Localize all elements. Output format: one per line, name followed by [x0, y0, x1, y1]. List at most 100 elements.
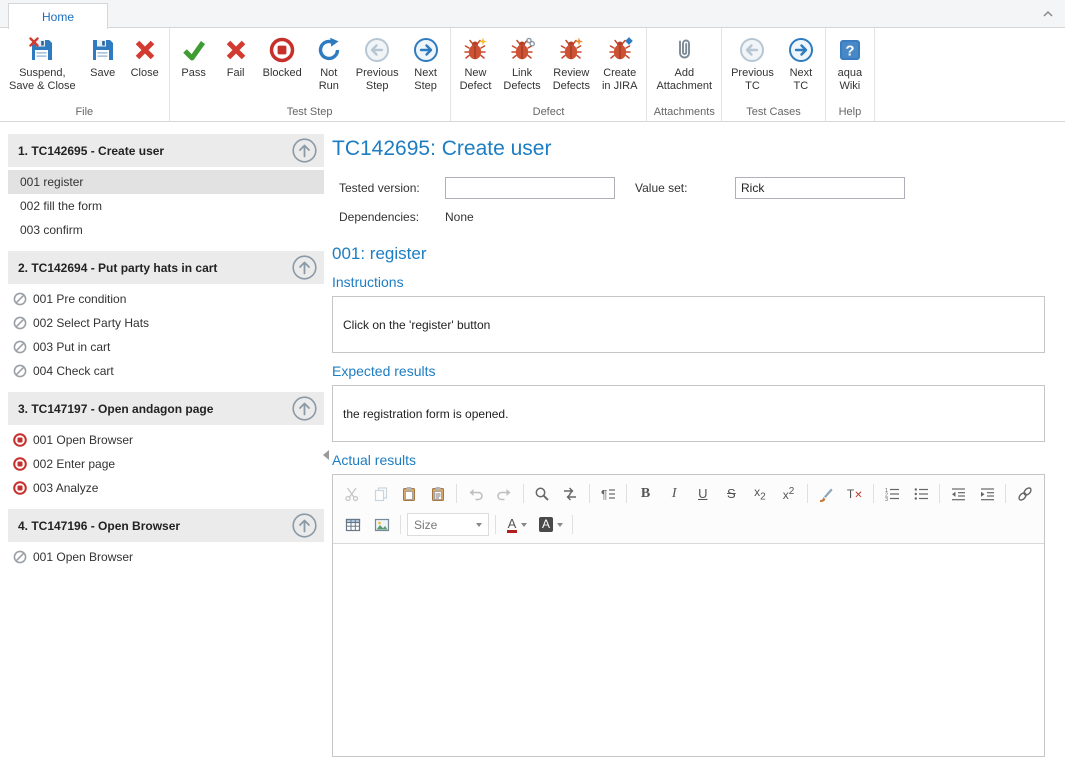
fail-button[interactable]: Fail: [215, 30, 257, 105]
step-item-put-in-cart[interactable]: 003 Put in cart: [8, 335, 324, 359]
bold-button[interactable]: B: [632, 481, 659, 506]
redo-button[interactable]: [491, 481, 518, 506]
instructions-label: Instructions: [332, 274, 1045, 290]
bulleted-list-button[interactable]: [908, 481, 935, 506]
testcase-header-1[interactable]: 1. TC142695 - Create user: [8, 134, 324, 167]
link-button[interactable]: [1011, 481, 1038, 506]
tab-home[interactable]: Home: [8, 3, 108, 29]
paste-text-button[interactable]: [425, 481, 452, 506]
superscript-button[interactable]: x2: [775, 481, 802, 506]
find-button[interactable]: [529, 481, 556, 506]
previous-tc-button[interactable]: PreviousTC: [725, 30, 780, 105]
testcase-header-4[interactable]: 4. TC147196 - Open Browser: [8, 509, 324, 542]
step-label: 003 Put in cart: [33, 340, 110, 354]
ribbon-group-label-attachments: Attachments: [647, 105, 721, 121]
step-item-register[interactable]: 001 register: [8, 170, 324, 194]
step-item-open-browser[interactable]: 001 Open Browser: [8, 428, 324, 452]
link-defects-button[interactable]: LinkDefects: [497, 30, 546, 105]
splitter-collapse-button[interactable]: [323, 450, 329, 460]
pass-button[interactable]: Pass: [173, 30, 215, 105]
step-item-open-browser-2[interactable]: 001 Open Browser: [8, 545, 324, 569]
underline-button[interactable]: U: [689, 481, 716, 506]
numbered-list-button[interactable]: 123: [879, 481, 906, 506]
text-color-button[interactable]: A: [501, 512, 533, 537]
insert-image-button[interactable]: [368, 512, 395, 537]
toolbar-separator: [400, 515, 401, 534]
paste-button[interactable]: [396, 481, 423, 506]
redo-icon: [496, 486, 512, 502]
svg-text:?: ?: [845, 43, 854, 60]
cut-button[interactable]: [339, 481, 366, 506]
replace-button[interactable]: [557, 481, 584, 506]
create-in-jira-button[interactable]: Createin JIRA: [596, 30, 643, 105]
aqua-wiki-button[interactable]: ? aquaWiki: [829, 30, 871, 105]
remove-format-button[interactable]: T✕: [841, 481, 868, 506]
testcase-header-3[interactable]: 3. TC147197 - Open andagon page: [8, 392, 324, 425]
next-step-icon: [412, 36, 440, 64]
step-label: 001 Open Browser: [33, 550, 133, 564]
step-item-analyze[interactable]: 003 Analyze: [8, 476, 324, 500]
button-label: Previous: [356, 67, 399, 79]
suspend-save-close-button[interactable]: Suspend,Save & Close: [3, 30, 82, 105]
save-button[interactable]: Save: [82, 30, 124, 105]
search-icon: [534, 486, 550, 502]
button-label: Link: [512, 67, 532, 79]
blocked-status-icon: [13, 481, 27, 495]
step-item-fill-the-form[interactable]: 002 fill the form: [8, 194, 324, 218]
scissors-icon: [344, 486, 360, 502]
strikethrough-button[interactable]: S: [718, 481, 745, 506]
step-item-check-cart[interactable]: 004 Check cart: [8, 359, 324, 383]
not-run-button[interactable]: NotRun: [308, 30, 350, 105]
copy-button[interactable]: [368, 481, 395, 506]
background-color-button[interactable]: A: [535, 512, 567, 537]
show-blocks-button[interactable]: ¶: [595, 481, 622, 506]
step-item-select-party-hats[interactable]: 002 Select Party Hats: [8, 311, 324, 335]
ribbon-group-test-cases: PreviousTC NextTC Test Cases: [722, 28, 826, 121]
scroll-to-top-button[interactable]: [291, 512, 318, 539]
step-item-pre-condition[interactable]: 001 Pre condition: [8, 287, 324, 311]
blocked-button[interactable]: Blocked: [257, 30, 308, 105]
review-defects-button[interactable]: ReviewDefects: [547, 30, 596, 105]
bulleted-list-icon: [913, 486, 929, 502]
step-item-enter-page[interactable]: 002 Enter page: [8, 452, 324, 476]
font-size-select[interactable]: Size: [407, 513, 489, 536]
step-label: 002 fill the form: [20, 199, 102, 213]
increase-indent-button[interactable]: [974, 481, 1001, 506]
scroll-to-top-button[interactable]: [291, 137, 318, 164]
not-run-status-icon: [13, 316, 27, 330]
next-step-button[interactable]: NextStep: [405, 30, 447, 105]
copy-formatting-button[interactable]: [813, 481, 840, 506]
subscript-button[interactable]: x2: [747, 481, 774, 506]
step-item-confirm[interactable]: 003 confirm: [8, 218, 324, 242]
scroll-to-top-button[interactable]: [291, 254, 318, 281]
close-button[interactable]: Close: [124, 30, 166, 105]
value-set-input[interactable]: [735, 177, 905, 199]
button-label: TC: [745, 80, 760, 92]
toolbar-separator: [1005, 484, 1006, 503]
scroll-to-top-button[interactable]: [291, 395, 318, 422]
test-execution-window: Home Suspend,Save & Close Save: [0, 0, 1065, 764]
add-attachment-button[interactable]: AddAttachment: [650, 30, 718, 105]
new-defect-button[interactable]: NewDefect: [454, 30, 498, 105]
undo-button[interactable]: [462, 481, 489, 506]
toolbar-separator: [495, 515, 496, 534]
fail-icon: [224, 38, 248, 62]
testcase-header-2[interactable]: 2. TC142694 - Put party hats in cart: [8, 251, 324, 284]
next-tc-button[interactable]: NextTC: [780, 30, 822, 105]
actual-results-input[interactable]: [333, 544, 1044, 756]
bold-icon: B: [641, 486, 650, 502]
numbered-list-icon: 123: [884, 486, 900, 502]
insert-table-button[interactable]: [339, 512, 366, 537]
previous-step-button[interactable]: PreviousStep: [350, 30, 405, 105]
button-label: Create: [603, 67, 636, 79]
ribbon-group-test-step: Pass Fail Blocked NotRun: [170, 28, 451, 121]
testcase-title: 1. TC142695 - Create user: [18, 144, 291, 158]
button-label: Pass: [181, 67, 205, 79]
image-icon: [374, 517, 390, 533]
decrease-indent-button[interactable]: [945, 481, 972, 506]
ribbon-collapse-button[interactable]: [1039, 6, 1057, 22]
underline-icon: U: [698, 486, 707, 501]
button-label: Save: [90, 67, 115, 79]
tested-version-input[interactable]: [445, 177, 615, 199]
italic-button[interactable]: I: [661, 481, 688, 506]
